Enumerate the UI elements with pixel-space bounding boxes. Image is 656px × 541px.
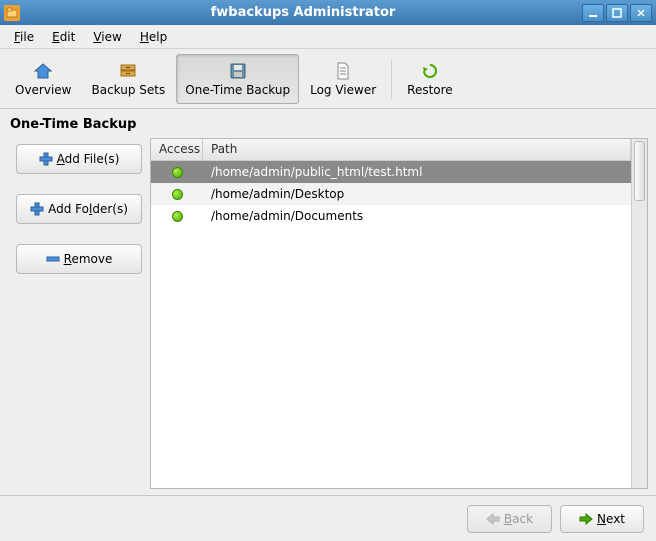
window-title: fwbackups Administrator — [26, 5, 580, 20]
access-ok-icon — [172, 167, 183, 178]
toolbar: Overview Backup Sets One-Time Backup Log… — [0, 49, 656, 109]
list-body[interactable]: /home/admin/public_html/test.html /home/… — [151, 161, 631, 488]
add-folders-button[interactable]: Add Folder(s) — [16, 194, 142, 224]
cell-path: /home/admin/Desktop — [203, 187, 631, 201]
wizard-footer: Back Next — [0, 495, 656, 541]
menu-edit[interactable]: Edit — [44, 27, 83, 47]
table-row[interactable]: /home/admin/Documents — [151, 205, 631, 227]
next-button[interactable]: Next — [560, 505, 644, 533]
menu-view[interactable]: View — [85, 27, 129, 47]
app-window: fwbackups Administrator File Edit View H… — [0, 0, 656, 541]
table-row[interactable]: /home/admin/public_html/test.html — [151, 161, 631, 183]
save-icon — [227, 61, 249, 81]
list-header: Access Path — [151, 139, 631, 161]
access-ok-icon — [172, 189, 183, 200]
document-icon — [332, 61, 354, 81]
forward-arrow-icon — [579, 513, 593, 525]
access-ok-icon — [172, 211, 183, 222]
close-button[interactable] — [630, 4, 652, 22]
toolbar-label: Restore — [407, 83, 453, 97]
maximize-button[interactable] — [606, 4, 628, 22]
menu-file[interactable]: File — [6, 27, 42, 47]
page-title: One-Time Backup — [0, 109, 656, 138]
drawer-icon — [117, 61, 139, 81]
toolbar-backup-sets[interactable]: Backup Sets — [83, 54, 175, 104]
minus-icon — [46, 252, 60, 266]
minimize-button[interactable] — [582, 4, 604, 22]
table-row[interactable]: /home/admin/Desktop — [151, 183, 631, 205]
home-icon — [32, 61, 54, 81]
cell-path: /home/admin/public_html/test.html — [203, 165, 631, 179]
toolbar-label: Overview — [15, 83, 72, 97]
column-path[interactable]: Path — [203, 139, 631, 160]
toolbar-restore[interactable]: Restore — [398, 54, 462, 104]
plus-icon — [39, 152, 53, 166]
back-arrow-icon — [486, 513, 500, 525]
restore-icon — [419, 61, 441, 81]
file-list: Access Path /home/admin/public_html/test… — [150, 138, 648, 489]
menu-help[interactable]: Help — [132, 27, 175, 47]
app-icon — [4, 5, 20, 21]
toolbar-label: Log Viewer — [310, 83, 376, 97]
cell-path: /home/admin/Documents — [203, 209, 631, 223]
toolbar-overview[interactable]: Overview — [6, 54, 81, 104]
toolbar-label: One-Time Backup — [185, 83, 290, 97]
titlebar[interactable]: fwbackups Administrator — [0, 0, 656, 25]
side-panel: Add File(s) Add Folder(s) Remove — [16, 138, 142, 489]
remove-button[interactable]: Remove — [16, 244, 142, 274]
scrollbar-thumb[interactable] — [634, 141, 645, 201]
back-button: Back — [467, 505, 552, 533]
toolbar-label: Backup Sets — [92, 83, 166, 97]
toolbar-log-viewer[interactable]: Log Viewer — [301, 54, 385, 104]
menubar: File Edit View Help — [0, 25, 656, 49]
scrollbar[interactable] — [631, 139, 647, 488]
content-area: Add File(s) Add Folder(s) Remove Access … — [0, 138, 656, 495]
toolbar-separator — [391, 59, 392, 99]
toolbar-one-time-backup[interactable]: One-Time Backup — [176, 54, 299, 104]
add-files-button[interactable]: Add File(s) — [16, 144, 142, 174]
plus-icon — [30, 202, 44, 216]
column-access[interactable]: Access — [151, 139, 203, 160]
